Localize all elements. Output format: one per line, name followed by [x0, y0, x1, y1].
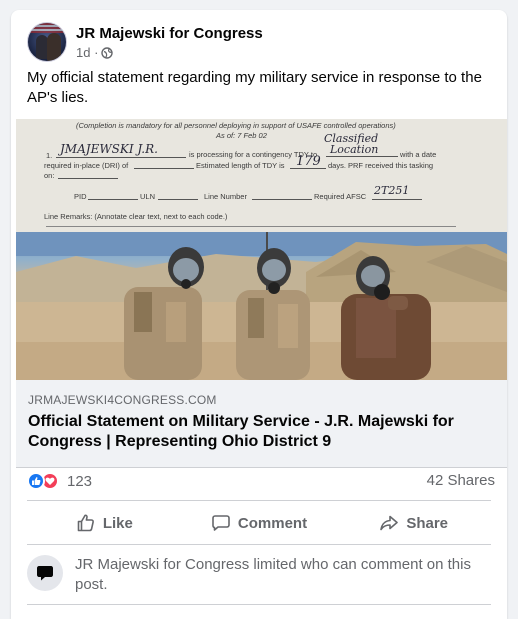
post-text: My official statement regarding my milit… [27, 69, 482, 106]
like-reaction-icon [27, 472, 45, 490]
doc-required: required in-place (DRI) of [44, 161, 129, 170]
doc-days: days. PRF received this tasking [328, 161, 434, 170]
action-bar: Like Comment Share [27, 506, 491, 540]
comment-label: Comment [237, 514, 308, 532]
thumbs-up-icon [77, 514, 94, 532]
post-card: JR Majewski for Congress 1d · My officia… [11, 10, 507, 619]
post-image-photo[interactable] [16, 232, 507, 380]
link-domain: JRMAJEWSKI4CONGRESS.COM [28, 393, 217, 407]
post-time[interactable]: 1d [76, 45, 90, 61]
author-avatar[interactable] [27, 22, 67, 62]
link-preview[interactable]: JRMAJEWSKI4CONGRESS.COM Official Stateme… [16, 380, 507, 468]
divider-top [27, 500, 491, 501]
limited-comments-text: JR Majewski for Congress limited who can… [75, 556, 471, 593]
limited-comments-notice: JR Majewski for Congress limited who can… [27, 555, 485, 595]
doc-remarks: Line Remarks: (Annotate clear text, next… [44, 212, 228, 221]
doc-estimated: Estimated length of TDY is [196, 161, 285, 170]
author-name[interactable]: JR Majewski for Congress [76, 24, 263, 44]
share-count[interactable]: 42 Shares [427, 471, 495, 491]
post-meta: JR Majewski for Congress 1d · [76, 24, 263, 61]
doc-uln: ULN [140, 192, 156, 201]
link-title[interactable]: Official Statement on Military Service -… [28, 412, 498, 452]
like-label: Like [102, 514, 133, 532]
globe-icon [101, 46, 114, 59]
reaction-count: 123 [67, 472, 93, 490]
doc-on: on: [44, 171, 55, 180]
doc-afsc-hand: 2T251 [374, 184, 410, 197]
divider-end [27, 604, 491, 605]
doc-name-hand: JMAJEWSKI J.R. [60, 142, 158, 156]
comment-button[interactable]: Comment [182, 506, 337, 540]
share-arrow-icon [380, 515, 399, 531]
share-button[interactable]: Share [336, 506, 491, 540]
post-image-document[interactable]: (Completion is mandatory for all personn… [16, 119, 507, 232]
doc-days-hand: 179 [296, 154, 321, 169]
post-subline: 1d · [76, 45, 263, 61]
share-label: Share [406, 514, 449, 532]
doc-line-1: (Completion is mandatory for all personn… [76, 121, 396, 130]
speech-bubble-icon [27, 555, 63, 591]
post-header: JR Majewski for Congress 1d · [27, 22, 263, 62]
doc-location-hand2: Location [330, 143, 379, 156]
desert-photo-illustration [16, 232, 507, 380]
doc-afsc: Required AFSC [314, 192, 367, 201]
doc-line-number: Line Number [204, 192, 247, 201]
comment-icon [212, 515, 230, 531]
doc-item-num: 1. [46, 151, 53, 160]
divider-bottom [27, 544, 491, 545]
like-button[interactable]: Like [27, 506, 182, 540]
doc-pid: PID [74, 192, 87, 201]
doc-asof: As of: 7 Feb 02 [216, 131, 267, 140]
reactions-summary[interactable]: 123 [27, 471, 92, 491]
doc-with-date: with a date [400, 150, 437, 159]
